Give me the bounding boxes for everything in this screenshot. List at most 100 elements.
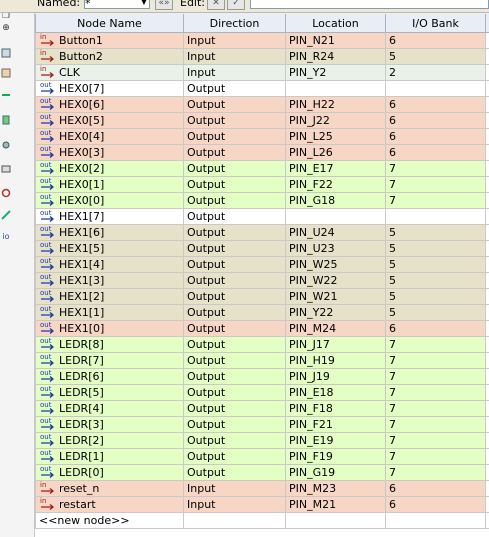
extra-cell[interactable] [485, 32, 489, 49]
extra-cell[interactable] [485, 464, 489, 481]
location-cell[interactable]: PIN_F22 [285, 176, 386, 193]
table-row[interactable]: out LEDR[4] Output PIN_F18 7 [35, 400, 489, 417]
node-name-cell[interactable]: out LEDR[5] [35, 384, 184, 401]
direction-cell[interactable]: Output [183, 160, 286, 177]
extra-cell[interactable] [485, 176, 489, 193]
named-filter-combo[interactable]: * ▼ [84, 0, 150, 10]
direction-cell[interactable]: Output [183, 320, 286, 337]
table-row[interactable]: out HEX0[1] Output PIN_F22 7 [35, 176, 489, 193]
extra-cell[interactable] [485, 384, 489, 401]
location-cell[interactable]: PIN_L26 [285, 144, 386, 161]
empty-cell[interactable] [285, 512, 386, 529]
node-name-cell[interactable]: out HEX1[1] [35, 304, 184, 321]
table-row[interactable]: out LEDR[0] Output PIN_G19 7 [35, 464, 489, 481]
io-bank-cell[interactable]: 6 [385, 128, 486, 145]
location-cell[interactable]: PIN_F18 [285, 400, 386, 417]
extra-cell[interactable] [485, 208, 489, 225]
direction-cell[interactable]: Output [183, 304, 286, 321]
table-row[interactable]: out HEX1[0] Output PIN_M24 6 [35, 320, 489, 337]
extra-cell[interactable] [485, 256, 489, 273]
table-row[interactable]: out LEDR[1] Output PIN_F19 7 [35, 448, 489, 465]
node-name-cell[interactable]: out LEDR[0] [35, 464, 184, 481]
tool-icon-3[interactable] [0, 90, 12, 102]
tool-icon-8[interactable] [0, 210, 12, 222]
location-cell[interactable]: PIN_W22 [285, 272, 386, 289]
tool-icon-5[interactable] [0, 140, 12, 152]
extra-cell[interactable] [485, 240, 489, 257]
io-bank-cell[interactable]: 5 [385, 240, 486, 257]
direction-cell[interactable]: Output [183, 256, 286, 273]
io-bank-cell[interactable]: 6 [385, 496, 486, 513]
extra-cell[interactable] [485, 448, 489, 465]
location-cell[interactable]: PIN_E18 [285, 384, 386, 401]
table-row[interactable]: in reset_n Input PIN_M23 6 [35, 480, 489, 497]
direction-cell[interactable]: Output [183, 272, 286, 289]
table-row[interactable]: out HEX1[2] Output PIN_W21 5 [35, 288, 489, 305]
extra-cell[interactable] [485, 192, 489, 209]
empty-cell[interactable] [183, 512, 286, 529]
io-bank-cell[interactable]: 7 [385, 368, 486, 385]
direction-cell[interactable]: Output [183, 224, 286, 241]
io-bank-cell[interactable]: 6 [385, 480, 486, 497]
location-cell[interactable]: PIN_F19 [285, 448, 386, 465]
location-cell[interactable]: PIN_J17 [285, 336, 386, 353]
extra-cell[interactable] [485, 128, 489, 145]
direction-cell[interactable]: Output [183, 112, 286, 129]
direction-cell[interactable]: Output [183, 96, 286, 113]
node-name-cell[interactable]: out LEDR[6] [35, 368, 184, 385]
io-bank-cell[interactable]: 6 [385, 320, 486, 337]
io-bank-cell[interactable]: 7 [385, 464, 486, 481]
cancel-edit-icon[interactable]: ✕ [207, 0, 225, 10]
direction-cell[interactable]: Output [183, 384, 286, 401]
extra-cell[interactable] [485, 368, 489, 385]
node-name-cell[interactable]: out LEDR[4] [35, 400, 184, 417]
table-row[interactable]: out HEX1[4] Output PIN_W25 5 [35, 256, 489, 273]
io-bank-cell[interactable]: 7 [385, 352, 486, 369]
io-bank-cell[interactable]: 5 [385, 272, 486, 289]
table-row[interactable]: out LEDR[3] Output PIN_F21 7 [35, 416, 489, 433]
node-name-cell[interactable]: in restart [35, 496, 184, 513]
tool-icon-6[interactable] [0, 163, 12, 175]
location-cell[interactable]: PIN_L25 [285, 128, 386, 145]
table-row[interactable]: out HEX1[1] Output PIN_Y22 5 [35, 304, 489, 321]
location-cell[interactable]: PIN_G19 [285, 464, 386, 481]
extra-cell[interactable] [485, 400, 489, 417]
direction-cell[interactable]: Input [183, 64, 286, 81]
direction-cell[interactable]: Output [183, 288, 286, 305]
direction-cell[interactable]: Output [183, 208, 286, 225]
node-name-cell[interactable]: out HEX0[2] [35, 160, 184, 177]
io-bank-cell[interactable]: 7 [385, 432, 486, 449]
direction-cell[interactable]: Input [183, 480, 286, 497]
io-bank-cell[interactable]: 7 [385, 336, 486, 353]
extra-cell[interactable] [485, 64, 489, 81]
io-bank-cell[interactable]: 7 [385, 400, 486, 417]
extra-cell[interactable] [485, 352, 489, 369]
location-cell[interactable] [285, 208, 386, 225]
tool-icon-7[interactable] [0, 188, 12, 200]
io-bank-cell[interactable]: 7 [385, 448, 486, 465]
extra-cell[interactable] [485, 96, 489, 113]
location-cell[interactable]: PIN_F21 [285, 416, 386, 433]
expand-collapse-button[interactable]: «» [155, 0, 173, 10]
extra-cell[interactable] [485, 480, 489, 497]
extra-cell[interactable] [485, 432, 489, 449]
accept-edit-icon[interactable]: ✓ [227, 0, 245, 10]
location-cell[interactable] [285, 80, 386, 97]
location-cell[interactable]: PIN_U24 [285, 224, 386, 241]
column-header-io-bank[interactable]: I/O Bank [385, 14, 486, 33]
table-row[interactable]: out HEX0[6] Output PIN_H22 6 [35, 96, 489, 113]
edit-input[interactable] [250, 0, 489, 9]
location-cell[interactable]: PIN_U23 [285, 240, 386, 257]
io-bank-cell[interactable]: 5 [385, 256, 486, 273]
node-name-cell[interactable]: out HEX1[6] [35, 224, 184, 241]
table-row[interactable]: out HEX1[3] Output PIN_W22 5 [35, 272, 489, 289]
direction-cell[interactable]: Output [183, 80, 286, 97]
node-name-cell[interactable]: out HEX0[7] [35, 80, 184, 97]
direction-cell[interactable]: Output [183, 416, 286, 433]
extra-cell[interactable] [485, 496, 489, 513]
location-cell[interactable]: PIN_H22 [285, 96, 386, 113]
location-cell[interactable]: PIN_M23 [285, 480, 386, 497]
direction-cell[interactable]: Output [183, 336, 286, 353]
direction-cell[interactable]: Output [183, 144, 286, 161]
extra-cell[interactable] [485, 320, 489, 337]
